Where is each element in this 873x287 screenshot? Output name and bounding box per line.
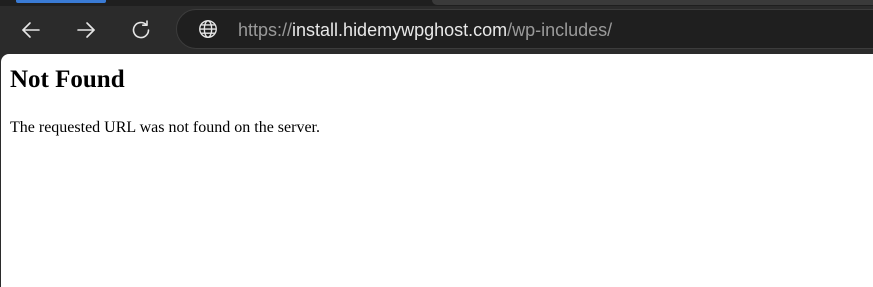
- arrow-left-icon: [22, 22, 40, 38]
- tab-strip-background: [432, 0, 873, 5]
- address-bar[interactable]: https://install.hidemywpghost.com/wp-inc…: [176, 9, 873, 49]
- url-scheme: https://: [238, 20, 293, 40]
- error-message: The requested URL was not found on the s…: [10, 119, 320, 136]
- url-host: install.hidemywpghost.com: [292, 20, 508, 40]
- refresh-button[interactable]: [123, 12, 159, 48]
- globe-icon[interactable]: [197, 18, 219, 40]
- page-content: Not Found The requested URL was not foun…: [1, 54, 873, 287]
- arrow-right-icon: [77, 22, 95, 38]
- page-title: Not Found: [10, 66, 125, 93]
- back-button[interactable]: [13, 12, 49, 48]
- browser-window: https://install.hidemywpghost.com/wp-inc…: [0, 0, 873, 287]
- forward-button[interactable]: [68, 12, 104, 48]
- browser-toolbar: https://install.hidemywpghost.com/wp-inc…: [0, 6, 873, 54]
- refresh-icon: [132, 20, 150, 39]
- url-path: /wp-includes/: [507, 20, 613, 40]
- active-tab[interactable]: [16, 0, 106, 3]
- url-text[interactable]: https://install.hidemywpghost.com/wp-inc…: [238, 19, 612, 41]
